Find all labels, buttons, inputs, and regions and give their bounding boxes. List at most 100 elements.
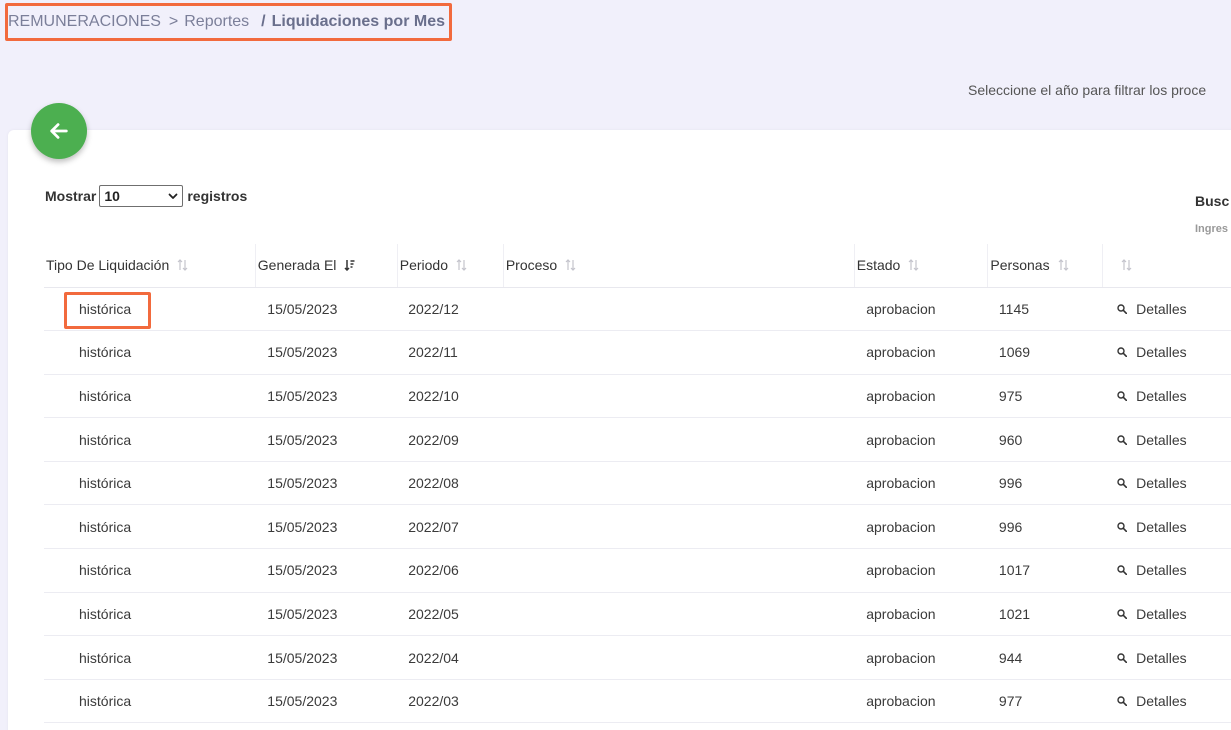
table-row: histórica 15/05/2023 2022/06 aprobacion 1017… [44, 548, 1231, 593]
search-icon [1117, 696, 1128, 707]
column-header-label: Personas [990, 257, 1050, 274]
sort-icon [908, 259, 919, 272]
details-label: Detalles [1136, 693, 1187, 710]
details-label: Detalles [1136, 475, 1187, 492]
table-row: histórica 15/05/2023 2022/12 aprobacion 1145… [44, 287, 1231, 332]
cell-personas: 1021 [987, 592, 1103, 637]
search-icon [1117, 304, 1128, 314]
cell-actions: Detalles [1102, 592, 1231, 637]
details-link[interactable]: Detalles [1117, 301, 1187, 317]
column-header-proceso[interactable]: Proceso [502, 244, 855, 288]
length-select[interactable]: 10 [99, 185, 184, 207]
year-filter-hint: Seleccione el año para filtrar los proce [968, 82, 1207, 98]
search-hint: Ingres [1195, 223, 1229, 235]
back-button[interactable] [31, 103, 87, 159]
details-label: Detalles [1136, 344, 1187, 361]
table-row: histórica 15/05/2023 2022/09 aprobacion 960 D… [44, 417, 1231, 462]
cell-personas: 944 [987, 635, 1103, 680]
table-row: histórica 15/05/2023 2022/10 aprobacion 975 D… [44, 374, 1231, 419]
cell-tipo: histórica [44, 504, 256, 550]
cell-proceso [503, 504, 855, 550]
cell-personas: 996 [987, 504, 1103, 550]
cell-proceso [503, 679, 855, 724]
table-header-row: Tipo De Liquidación Generada El Periodo … [44, 244, 1231, 288]
cell-proceso [503, 374, 855, 419]
search-label: Busc [1195, 193, 1230, 209]
cell-generada: 15/05/2023 [255, 635, 398, 680]
cell-periodo: 2022/03 [397, 679, 504, 724]
cell-personas: 975 [987, 374, 1103, 419]
cell-personas: 996 [987, 461, 1103, 506]
cell-proceso [503, 461, 855, 506]
table-row: histórica 15/05/2023 2022/03 aprobacion 977 D… [44, 679, 1231, 724]
search-icon [1117, 391, 1128, 401]
details-label: Detalles [1136, 518, 1187, 535]
cell-tipo: histórica [44, 592, 256, 637]
search-icon [1117, 565, 1128, 576]
details-link[interactable]: Detalles [1117, 432, 1187, 448]
cell-periodo: 2022/05 [397, 592, 504, 637]
details-label: Detalles [1136, 562, 1187, 579]
sort-desc-icon [344, 260, 355, 272]
details-label: Detalles [1136, 300, 1187, 317]
cell-personas: 960 [987, 417, 1103, 462]
table-row: histórica 15/05/2023 2022/05 aprobacion 1021… [44, 592, 1231, 637]
cell-periodo: 2022/08 [397, 461, 504, 506]
cell-tipo: histórica [44, 635, 256, 680]
column-header-label: Proceso [505, 257, 558, 274]
breadcrumb: REMUNERACIONES > Reportes / Liquidacione… [5, 3, 452, 41]
cell-generada: 15/05/2023 [255, 548, 398, 593]
cell-proceso [503, 330, 855, 375]
cell-estado: aprobacion [854, 548, 988, 593]
cell-actions: Detalles [1102, 548, 1231, 593]
details-link[interactable]: Detalles [1117, 562, 1187, 578]
cell-estado: aprobacion [854, 374, 988, 419]
cell-proceso [503, 287, 855, 332]
column-header-generada[interactable]: Generada El [254, 244, 398, 288]
chevron-down-icon [168, 193, 178, 199]
cell-estado: aprobacion [854, 504, 988, 550]
cell-periodo: 2022/04 [397, 635, 504, 680]
cell-generada: 15/05/2023 [255, 592, 398, 637]
length-select-value: 10 [104, 188, 120, 204]
length-control: Mostrar 10 registros [45, 185, 247, 207]
column-header-label: Periodo [399, 257, 448, 274]
cell-tipo: histórica [44, 287, 256, 332]
column-header-tipo[interactable]: Tipo De Liquidación [44, 244, 256, 288]
cell-actions: Detalles [1102, 330, 1231, 375]
column-header-personas[interactable]: Personas [987, 244, 1103, 288]
column-header-label: Estado [856, 257, 901, 274]
cell-actions: Detalles [1102, 374, 1231, 419]
sort-icon [1058, 259, 1069, 272]
table-row: histórica 15/05/2023 2022/08 aprobacion 996 D… [44, 461, 1231, 506]
details-link[interactable]: Detalles [1117, 344, 1187, 360]
details-link[interactable]: Detalles [1117, 650, 1187, 666]
details-link[interactable]: Detalles [1117, 519, 1187, 535]
liquidaciones-table: Tipo De Liquidación Generada El Periodo … [44, 244, 1231, 724]
cell-estado: aprobacion [854, 592, 988, 637]
cell-tipo: histórica [44, 679, 256, 724]
cell-actions: Detalles [1102, 679, 1231, 724]
details-link[interactable]: Detalles [1117, 693, 1187, 709]
page: REMUNERACIONES > Reportes / Liquidacione… [0, 0, 1231, 730]
cell-proceso [503, 548, 855, 593]
column-header-periodo[interactable]: Periodo [396, 244, 504, 288]
cell-periodo: 2022/12 [397, 287, 504, 332]
details-link[interactable]: Detalles [1117, 475, 1187, 491]
cell-generada: 15/05/2023 [255, 374, 398, 419]
breadcrumb-separator: > [168, 13, 179, 30]
length-suffix: registros [187, 188, 248, 204]
details-link[interactable]: Detalles [1117, 606, 1187, 622]
cell-generada: 15/05/2023 [255, 417, 398, 462]
cell-estado: aprobacion [854, 287, 988, 332]
column-header-label: Tipo De Liquidación [46, 257, 170, 274]
breadcrumb-reportes[interactable]: Reportes [184, 13, 249, 31]
breadcrumb-root[interactable]: REMUNERACIONES [8, 13, 161, 31]
cell-estado: aprobacion [854, 330, 988, 375]
table-row: histórica 15/05/2023 2022/11 aprobacion 1069… [44, 330, 1231, 375]
cell-generada: 15/05/2023 [255, 679, 398, 724]
column-header-actions[interactable] [1101, 244, 1231, 288]
breadcrumb-current: Liquidaciones por Mes [271, 13, 445, 30]
details-link[interactable]: Detalles [1117, 388, 1187, 404]
column-header-estado[interactable]: Estado [853, 244, 988, 288]
